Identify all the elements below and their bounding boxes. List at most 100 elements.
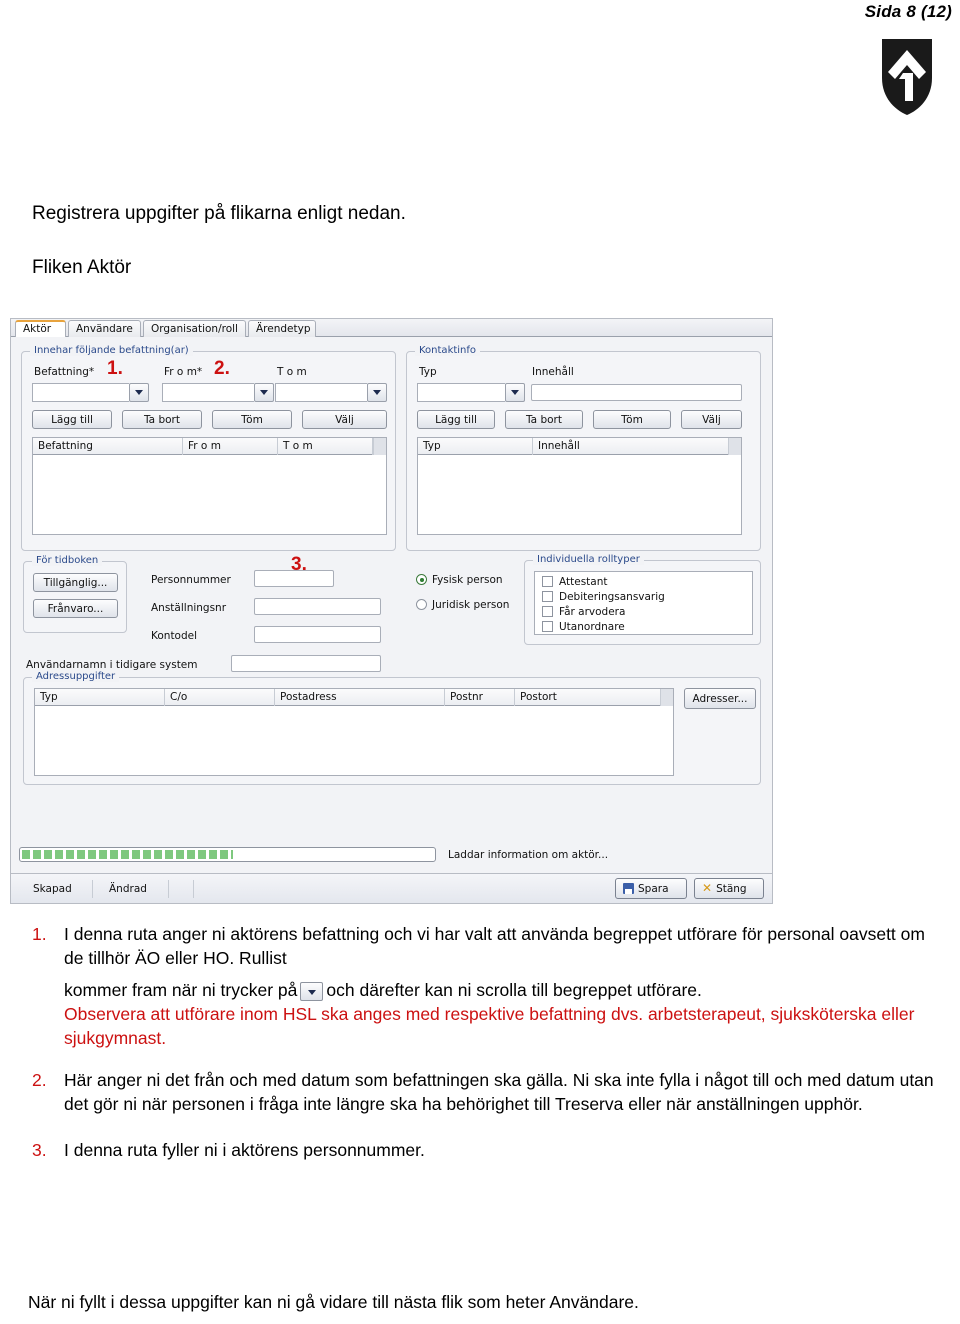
checkbox-debiteringsansvarig[interactable]: Debiteringsansvarig xyxy=(542,591,665,603)
instruction-heading: Registrera uppgifter på flikarna enligt … xyxy=(32,203,406,224)
checkbox-icon xyxy=(542,591,553,602)
label-kontakt-typ: Typ xyxy=(419,366,437,378)
note-2-text: Här anger ni det från och med datum som … xyxy=(64,1070,934,1114)
progress-bar-fill xyxy=(22,850,233,859)
befattning-combobox[interactable] xyxy=(32,383,149,402)
save-button[interactable]: Spara xyxy=(615,878,687,899)
tidboken-group-title: För tidboken xyxy=(32,555,103,566)
adress-group-title: Adressuppgifter xyxy=(32,671,120,682)
checkbox-attestant[interactable]: Attestant xyxy=(542,576,608,588)
checkbox-far-arvodera[interactable]: Får arvodera xyxy=(542,606,625,618)
checkbox-far-arvodera-label: Får arvodera xyxy=(559,606,626,618)
close-x-icon: ✕ xyxy=(702,881,713,895)
col-adr-postort[interactable]: Postort xyxy=(515,689,660,706)
app-footer: Skapad Ändrad Spara ✕ Stäng xyxy=(11,873,772,903)
radio-fysisk-person-label: Fysisk person xyxy=(432,574,503,586)
col-adr-co[interactable]: C/o xyxy=(165,689,275,706)
checkbox-utanordnare-label: Utanordnare xyxy=(559,621,625,633)
intro-block: Registrera uppgifter på flikarna enligt … xyxy=(32,202,406,280)
from-combobox[interactable] xyxy=(162,383,274,402)
radio-juridisk-person[interactable]: Juridisk person xyxy=(416,599,509,611)
note-1-paragraph-2: kommer fram när ni trycker på och därefte… xyxy=(64,978,934,1002)
tab-anvandare[interactable]: Användare xyxy=(68,320,141,337)
tab-aktor[interactable]: Aktör xyxy=(15,320,66,337)
coat-of-arms-logo xyxy=(881,38,933,116)
label-from: Fr o m* xyxy=(164,366,203,378)
page-header: Sida 8 (12) xyxy=(0,0,960,130)
kontaktinfo-group: Kontaktinfo Typ Innehåll Lägg till Ta bo… xyxy=(406,345,761,551)
shield-icon xyxy=(882,39,932,115)
marker-two: 2. xyxy=(214,358,230,379)
kontakt-clear-button[interactable]: Töm xyxy=(593,410,671,429)
kontodel-input[interactable] xyxy=(254,626,381,643)
label-tidigare-system: Användarnamn i tidigare system xyxy=(26,659,198,671)
checkbox-utanordnare[interactable]: Utanordnare xyxy=(542,621,625,633)
kontakt-select-button[interactable]: Välj xyxy=(681,410,742,429)
col-adr-typ[interactable]: Typ xyxy=(35,689,165,706)
tab-organisation-roll[interactable]: Organisation/roll xyxy=(143,320,246,337)
note-number-3: 3. xyxy=(32,1140,47,1160)
kontakt-add-button[interactable]: Lägg till xyxy=(417,410,495,429)
befattning-group: Innehar följande befattning(ar) Befattni… xyxy=(21,345,396,551)
col-adr-postadress[interactable]: Postadress xyxy=(275,689,445,706)
chevron-down-icon[interactable] xyxy=(129,383,149,402)
radio-fysisk-person[interactable]: Fysisk person xyxy=(416,574,503,586)
from-combobox-field[interactable] xyxy=(162,383,254,402)
adress-grid[interactable]: Typ C/o Postadress Postnr Postort xyxy=(34,688,674,776)
adresser-button[interactable]: Adresser... xyxy=(684,688,756,709)
kontakt-typ-combobox-field[interactable] xyxy=(417,383,505,402)
note-3-text: I denna ruta fyller ni i aktörens person… xyxy=(64,1140,425,1160)
personnummer-input[interactable] xyxy=(254,570,334,587)
befattning-select-button[interactable]: Välj xyxy=(302,410,387,429)
tom-combobox[interactable] xyxy=(275,383,387,402)
closing-paragraph: När ni fyllt i dessa uppgifter kan ni gå… xyxy=(28,1292,639,1312)
tab-strip: Aktör Användare Organisation/roll Ärende… xyxy=(11,319,772,337)
befattning-grid[interactable]: Befattning Fr o m T o m xyxy=(32,437,387,535)
label-befattning: Befattning* xyxy=(34,366,95,378)
col-befattning[interactable]: Befattning xyxy=(33,438,183,455)
kontaktinfo-grid[interactable]: Typ Innehåll xyxy=(417,437,742,535)
adress-group: Adressuppgifter Typ C/o Postadress Postn… xyxy=(23,671,761,785)
note-item-3: 3. I denna ruta fyller ni i aktörens per… xyxy=(28,1138,934,1162)
befattning-clear-button[interactable]: Töm xyxy=(212,410,292,429)
grid-scrollbar[interactable] xyxy=(728,438,741,455)
note-item-1: 1. I denna ruta anger ni aktörens befatt… xyxy=(28,922,934,1050)
grid-scrollbar[interactable] xyxy=(660,689,673,706)
checkbox-icon xyxy=(542,621,553,632)
kontakt-typ-combobox[interactable] xyxy=(417,383,525,402)
kontakt-remove-button[interactable]: Ta bort xyxy=(505,410,583,429)
save-button-label: Spara xyxy=(638,882,669,895)
note-item-2: 2. Här anger ni det från och med datum s… xyxy=(28,1068,934,1116)
marker-one: 1. xyxy=(107,358,123,379)
col-kontakt-typ[interactable]: Typ xyxy=(418,438,533,455)
befattning-add-button[interactable]: Lägg till xyxy=(32,410,112,429)
checkbox-attestant-label: Attestant xyxy=(559,576,608,588)
rolltyper-listbox[interactable]: Attestant Debiteringsansvarig Får arvode… xyxy=(534,571,753,635)
col-kontakt-innehall[interactable]: Innehåll xyxy=(533,438,728,455)
checkbox-icon xyxy=(542,576,553,587)
chevron-down-icon[interactable] xyxy=(505,383,525,402)
floppy-disk-icon xyxy=(623,883,634,894)
kontakt-innehall-input[interactable] xyxy=(531,384,742,401)
col-from[interactable]: Fr o m xyxy=(183,438,278,455)
befattning-combobox-field[interactable] xyxy=(32,383,129,402)
grid-scrollbar[interactable] xyxy=(373,438,386,455)
befattning-remove-button[interactable]: Ta bort xyxy=(122,410,202,429)
tidigare-system-input[interactable] xyxy=(231,655,381,672)
checkbox-icon xyxy=(542,606,553,617)
col-tom[interactable]: T o m xyxy=(278,438,373,455)
tillganglig-button[interactable]: Tillgänglig... xyxy=(33,573,118,592)
chevron-down-icon[interactable] xyxy=(254,383,274,402)
note-number-2: 2. xyxy=(32,1070,47,1090)
tab-arendetyp[interactable]: Ärendetyp xyxy=(248,320,316,337)
anstallningsnr-input[interactable] xyxy=(254,598,381,615)
col-adr-postnr[interactable]: Postnr xyxy=(445,689,515,706)
label-kontakt-innehall: Innehåll xyxy=(532,366,574,378)
rolltyper-group-title: Individuella rolltyper xyxy=(533,554,644,565)
chevron-down-icon[interactable] xyxy=(367,383,387,402)
tom-combobox-field[interactable] xyxy=(275,383,367,402)
rolltyper-group: Individuella rolltyper Attestant Debiter… xyxy=(524,554,761,645)
note-1-warning: Observera att utförare inom HSL ska ange… xyxy=(64,1004,915,1048)
close-button[interactable]: ✕ Stäng xyxy=(694,878,764,899)
franvaro-button[interactable]: Frånvaro... xyxy=(33,599,118,618)
